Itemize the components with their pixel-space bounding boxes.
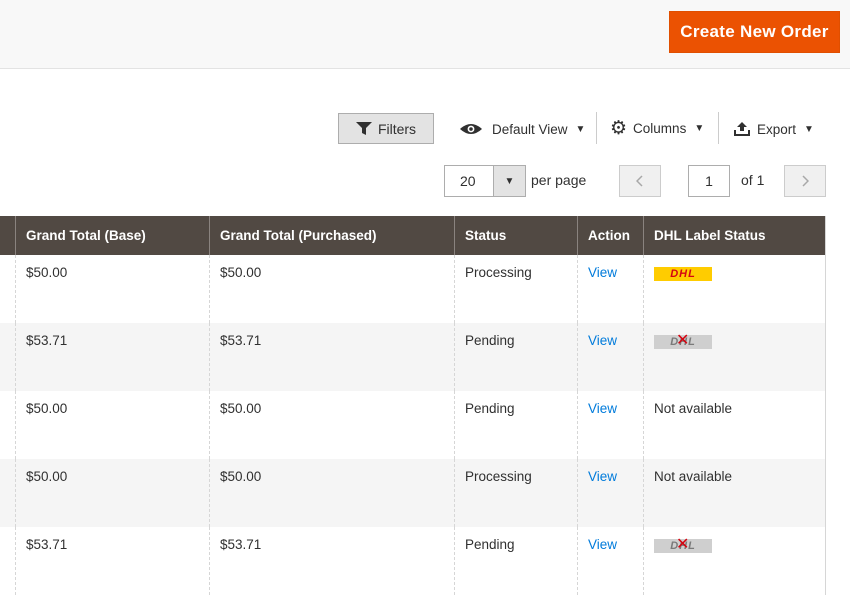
action-cell: View: [577, 527, 643, 595]
default-view-label: Default View: [492, 121, 568, 137]
chevron-down-icon[interactable]: ▼: [493, 166, 525, 196]
grand-total-purchased-cell: $50.00: [209, 391, 454, 459]
chevron-right-icon: [802, 175, 809, 187]
columns-dropdown[interactable]: ⚙ Columns ▼: [610, 115, 704, 141]
gear-icon: ⚙: [610, 117, 628, 139]
next-page-button[interactable]: [784, 165, 826, 197]
view-link[interactable]: View: [588, 537, 617, 552]
dhl-available-logo: DHL: [654, 267, 712, 281]
column-header-grand-total-base[interactable]: Grand Total (Base): [15, 216, 209, 255]
grand-total-purchased-cell: $50.00: [209, 255, 454, 323]
export-label: Export: [757, 121, 797, 137]
action-cell: View: [577, 323, 643, 391]
chevron-down-icon: ▼: [804, 123, 814, 135]
status-cell: Processing: [454, 459, 577, 527]
column-header-status[interactable]: Status: [454, 216, 577, 255]
table-row: $50.00 $50.00 Processing View Not availa…: [0, 459, 825, 527]
toolbar-divider: [596, 112, 597, 144]
chevron-down-icon: ▼: [694, 122, 705, 134]
column-header-action: Action: [577, 216, 643, 255]
chevron-left-icon: [636, 175, 643, 187]
partial-cell: [0, 323, 15, 391]
cross-icon: ✕: [676, 536, 691, 553]
dhl-unavailable-logo: DHL ✕: [654, 332, 712, 349]
dhl-label-status-cell: DHL ✕: [643, 527, 825, 595]
default-view-dropdown[interactable]: Default View ▼: [459, 116, 585, 142]
create-new-order-button[interactable]: Create New Order: [669, 11, 840, 53]
dhl-label-status-cell: DHL ✕: [643, 323, 825, 391]
table-row: $50.00 $50.00 Pending View Not available: [0, 391, 825, 459]
status-cell: Processing: [454, 255, 577, 323]
grand-total-base-cell: $50.00: [15, 459, 209, 527]
per-page-select[interactable]: 20 ▼: [444, 165, 526, 197]
view-link[interactable]: View: [588, 469, 617, 484]
partial-cell: [0, 527, 15, 595]
grand-total-purchased-cell: $50.00: [209, 459, 454, 527]
dhl-label-status-cell: Not available: [643, 459, 825, 527]
grand-total-base-cell: $53.71: [15, 527, 209, 595]
view-link[interactable]: View: [588, 401, 617, 416]
toolbar-divider: [718, 112, 719, 144]
cross-icon: ✕: [676, 332, 691, 349]
per-page-label: per page: [531, 172, 587, 188]
table-row: $53.71 $53.71 Pending View DHL ✕: [0, 527, 825, 595]
partial-cell: [0, 391, 15, 459]
view-link[interactable]: View: [588, 265, 617, 280]
page-header: Create New Order: [0, 0, 850, 69]
status-cell: Pending: [454, 391, 577, 459]
view-link[interactable]: View: [588, 333, 617, 348]
action-cell: View: [577, 255, 643, 323]
per-page-value: 20: [460, 173, 476, 189]
chevron-down-icon: ▼: [575, 123, 586, 135]
grand-total-purchased-cell: $53.71: [209, 323, 454, 391]
partial-cell: [0, 459, 15, 527]
export-icon: [734, 122, 750, 136]
partial-cell: [0, 255, 15, 323]
table-row: $53.71 $53.71 Pending View DHL ✕: [0, 323, 825, 391]
columns-label: Columns: [633, 120, 687, 136]
column-header-dhl-label-status[interactable]: DHL Label Status: [643, 216, 825, 255]
grand-total-purchased-cell: $53.71: [209, 527, 454, 595]
filter-icon: [355, 121, 372, 135]
filters-label: Filters: [377, 120, 417, 137]
orders-grid: Grand Total (Base) Grand Total (Purchase…: [0, 216, 826, 595]
eye-icon: [460, 124, 482, 134]
dhl-unavailable-logo: DHL ✕: [654, 536, 712, 553]
grand-total-base-cell: $53.71: [15, 323, 209, 391]
column-header-grand-total-purchased[interactable]: Grand Total (Purchased): [209, 216, 454, 255]
table-row: $50.00 $50.00 Processing View DHL: [0, 255, 825, 323]
grand-total-base-cell: $50.00: [15, 255, 209, 323]
previous-page-button[interactable]: [619, 165, 661, 197]
filters-button[interactable]: Filters: [338, 113, 434, 144]
dhl-label-status-cell: DHL: [643, 255, 825, 323]
grid-header-row: Grand Total (Base) Grand Total (Purchase…: [0, 216, 825, 255]
action-cell: View: [577, 391, 643, 459]
grand-total-base-cell: $50.00: [15, 391, 209, 459]
page-number-input[interactable]: 1: [688, 165, 730, 197]
export-dropdown[interactable]: Export ▼: [734, 116, 814, 142]
status-cell: Pending: [454, 527, 577, 595]
page-count-label: of 1: [741, 172, 765, 188]
dhl-label-status-cell: Not available: [643, 391, 825, 459]
status-cell: Pending: [454, 323, 577, 391]
action-cell: View: [577, 459, 643, 527]
column-header-partial[interactable]: [0, 216, 15, 255]
